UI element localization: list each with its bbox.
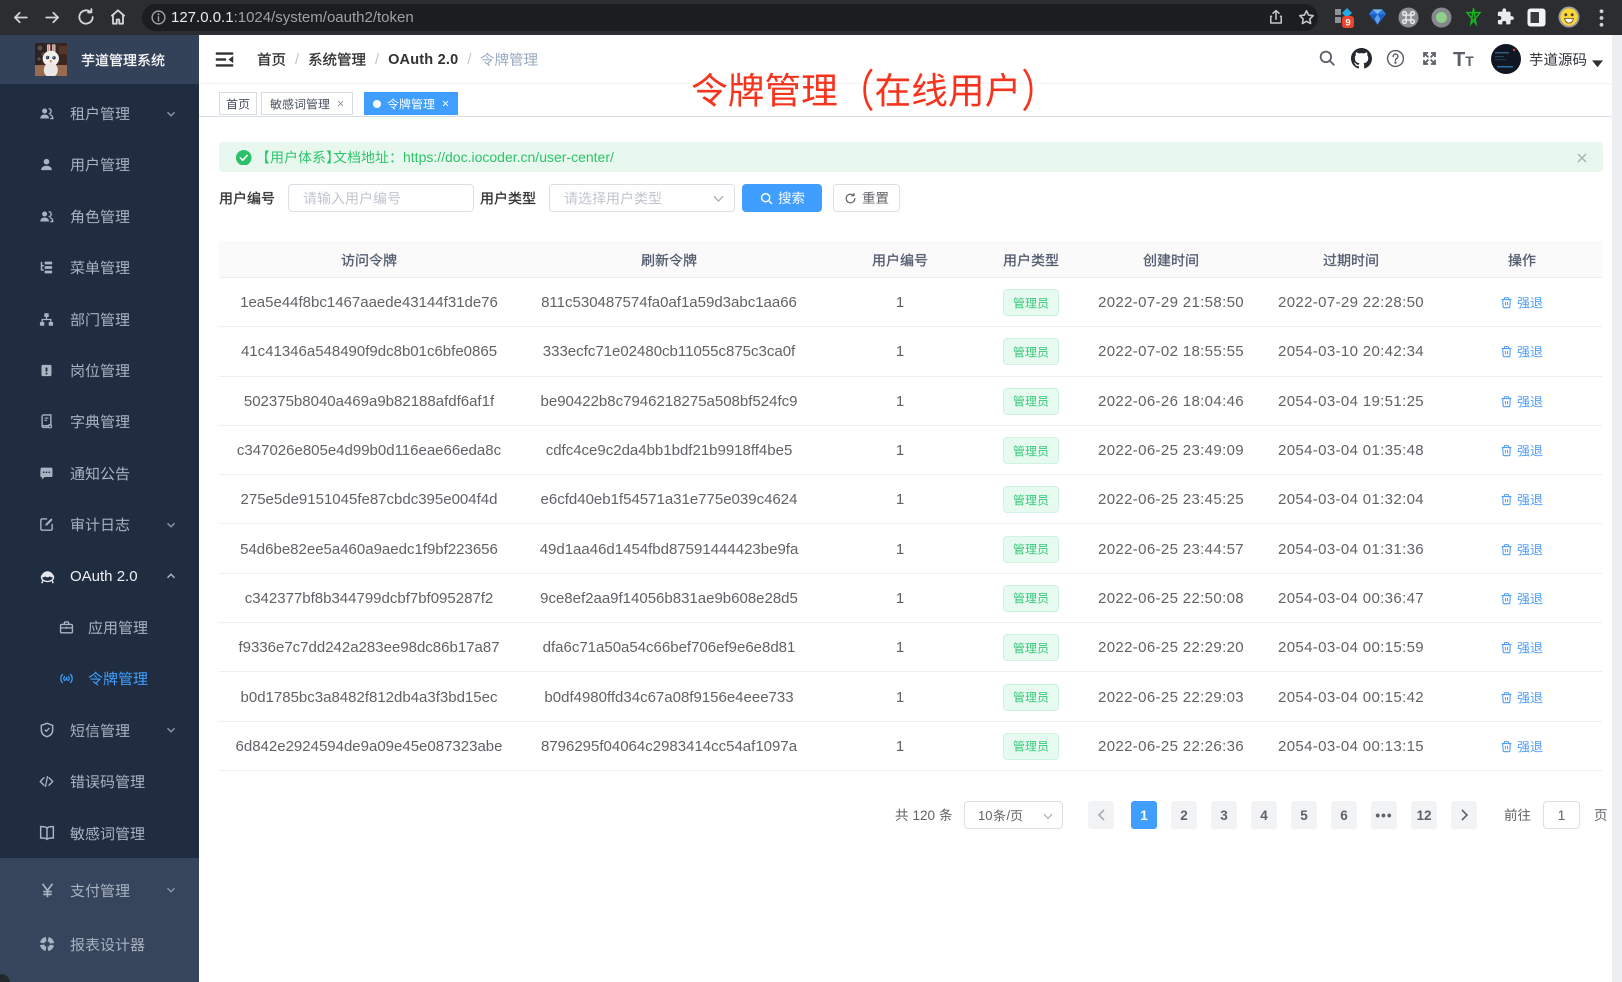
svg-text:9: 9 — [1345, 18, 1350, 29]
